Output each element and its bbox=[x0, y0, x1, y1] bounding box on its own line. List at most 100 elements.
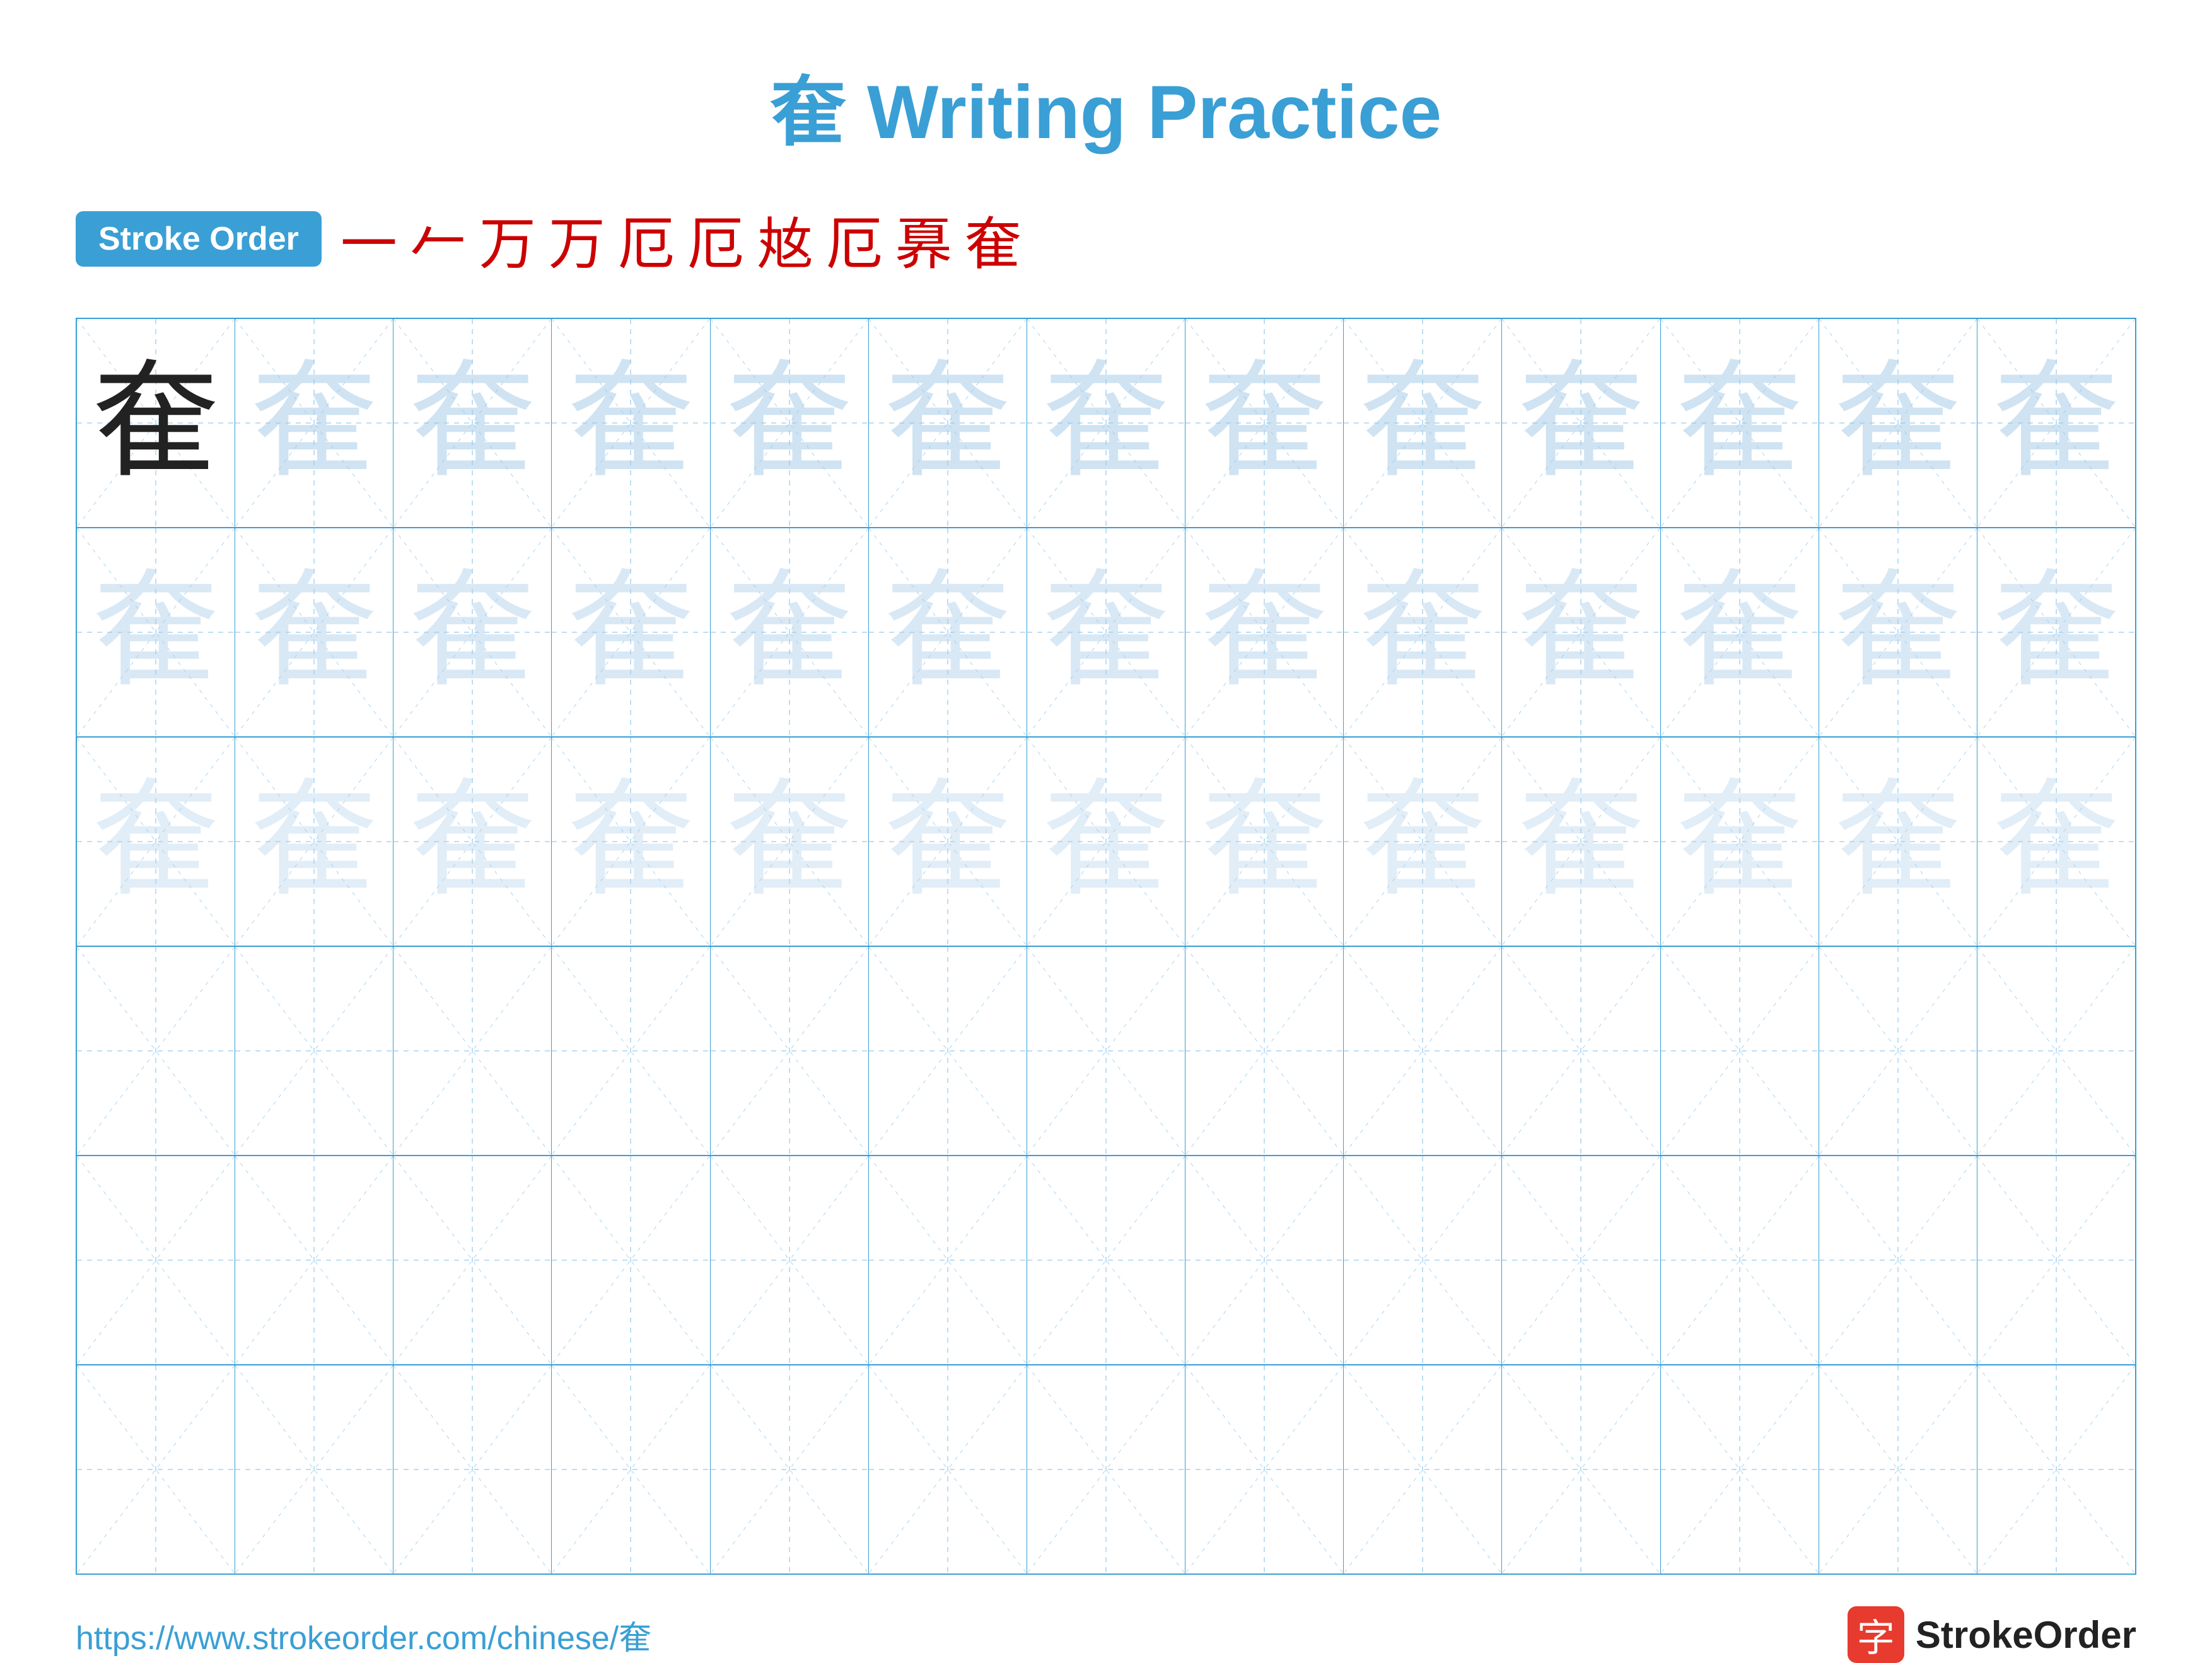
cell-char: 奞 bbox=[1677, 360, 1803, 486]
grid-cell-4-1[interactable] bbox=[235, 1156, 393, 1364]
stroke-step-3: 万 bbox=[549, 198, 605, 280]
grid-cell-4-0[interactable] bbox=[77, 1156, 235, 1364]
grid-cell-2-5[interactable]: 奞 bbox=[869, 738, 1027, 946]
cell-guide-lines bbox=[1819, 1365, 1977, 1573]
grid-cell-0-10[interactable]: 奞 bbox=[1661, 319, 1819, 527]
grid-cell-3-11[interactable] bbox=[1819, 947, 1977, 1155]
grid-cell-4-5[interactable] bbox=[869, 1156, 1027, 1364]
grid-cell-3-12[interactable] bbox=[1977, 947, 2135, 1155]
grid-cell-2-2[interactable]: 奞 bbox=[393, 738, 552, 946]
grid-cell-1-5[interactable]: 奞 bbox=[869, 528, 1027, 736]
grid-cell-0-5[interactable]: 奞 bbox=[869, 319, 1027, 527]
cell-guide-lines bbox=[1185, 1365, 1343, 1573]
grid-cell-4-4[interactable] bbox=[711, 1156, 869, 1364]
grid-cell-3-8[interactable] bbox=[1344, 947, 1502, 1155]
grid-cell-2-11[interactable]: 奞 bbox=[1819, 738, 1977, 946]
grid-cell-3-7[interactable] bbox=[1185, 947, 1344, 1155]
grid-cell-4-2[interactable] bbox=[393, 1156, 552, 1364]
grid-cell-0-7[interactable]: 奞 bbox=[1185, 319, 1344, 527]
grid-cell-2-10[interactable]: 奞 bbox=[1661, 738, 1819, 946]
grid-cell-5-10[interactable] bbox=[1661, 1365, 1819, 1573]
grid-cell-3-4[interactable] bbox=[711, 947, 869, 1155]
grid-cell-5-0[interactable] bbox=[77, 1365, 235, 1573]
grid-cell-4-7[interactable] bbox=[1185, 1156, 1344, 1364]
cell-guide-lines bbox=[1344, 1365, 1501, 1573]
grid-cell-0-0[interactable]: 奞 bbox=[77, 319, 235, 527]
grid-cell-3-10[interactable] bbox=[1661, 947, 1819, 1155]
grid-cell-2-12[interactable]: 奞 bbox=[1977, 738, 2135, 946]
grid-cell-2-7[interactable]: 奞 bbox=[1185, 738, 1344, 946]
grid-cell-3-2[interactable] bbox=[393, 947, 552, 1155]
grid-cell-1-1[interactable]: 奞 bbox=[235, 528, 393, 736]
grid-cell-2-6[interactable]: 奞 bbox=[1027, 738, 1185, 946]
cell-char: 奞 bbox=[1835, 360, 1961, 486]
footer-url[interactable]: https://www.strokeorder.com/chinese/奞 bbox=[76, 1611, 651, 1659]
grid-cell-0-11[interactable]: 奞 bbox=[1819, 319, 1977, 527]
cell-guide-lines bbox=[711, 947, 868, 1155]
cell-guide-lines bbox=[869, 1365, 1027, 1573]
grid-cell-2-3[interactable]: 奞 bbox=[552, 738, 710, 946]
grid-cell-1-6[interactable]: 奞 bbox=[1027, 528, 1185, 736]
grid-cell-2-9[interactable]: 奞 bbox=[1502, 738, 1660, 946]
grid-cell-5-3[interactable] bbox=[552, 1365, 710, 1573]
cell-char: 奞 bbox=[1201, 569, 1327, 695]
grid-cell-5-2[interactable] bbox=[393, 1365, 552, 1573]
grid-cell-3-0[interactable] bbox=[77, 947, 235, 1155]
grid-cell-4-9[interactable] bbox=[1502, 1156, 1660, 1364]
cell-char: 奞 bbox=[251, 360, 377, 486]
cell-guide-lines bbox=[1977, 947, 2135, 1155]
stroke-sequence: 一𠂉万万厄厄奿厄奡奞 bbox=[341, 198, 2136, 280]
grid-cell-5-11[interactable] bbox=[1819, 1365, 1977, 1573]
grid-cell-5-12[interactable] bbox=[1977, 1365, 2135, 1573]
grid-cell-1-0[interactable]: 奞 bbox=[77, 528, 235, 736]
grid-cell-0-2[interactable]: 奞 bbox=[393, 319, 552, 527]
cell-guide-lines bbox=[1027, 947, 1185, 1155]
grid-cell-0-1[interactable]: 奞 bbox=[235, 319, 393, 527]
grid-cell-2-4[interactable]: 奞 bbox=[711, 738, 869, 946]
grid-cell-5-1[interactable] bbox=[235, 1365, 393, 1573]
grid-cell-1-12[interactable]: 奞 bbox=[1977, 528, 2135, 736]
cell-char-wrapper: 奞 bbox=[552, 528, 709, 736]
grid-cell-5-6[interactable] bbox=[1027, 1365, 1185, 1573]
grid-cell-5-7[interactable] bbox=[1185, 1365, 1344, 1573]
grid-cell-1-8[interactable]: 奞 bbox=[1344, 528, 1502, 736]
grid-cell-0-8[interactable]: 奞 bbox=[1344, 319, 1502, 527]
grid-cell-1-7[interactable]: 奞 bbox=[1185, 528, 1344, 736]
grid-cell-4-10[interactable] bbox=[1661, 1156, 1819, 1364]
grid-cell-3-5[interactable] bbox=[869, 947, 1027, 1155]
grid-cell-3-1[interactable] bbox=[235, 947, 393, 1155]
grid-cell-0-6[interactable]: 奞 bbox=[1027, 319, 1185, 527]
grid-cell-4-6[interactable] bbox=[1027, 1156, 1185, 1364]
grid-cell-2-8[interactable]: 奞 bbox=[1344, 738, 1502, 946]
grid-cell-5-8[interactable] bbox=[1344, 1365, 1502, 1573]
grid-cell-3-6[interactable] bbox=[1027, 947, 1185, 1155]
grid-cell-2-1[interactable]: 奞 bbox=[235, 738, 393, 946]
cell-char: 奞 bbox=[1201, 779, 1327, 905]
grid-cell-4-11[interactable] bbox=[1819, 1156, 1977, 1364]
cell-char-wrapper: 奞 bbox=[869, 319, 1027, 527]
grid-cell-0-9[interactable]: 奞 bbox=[1502, 319, 1660, 527]
grid-cell-1-4[interactable]: 奞 bbox=[711, 528, 869, 736]
grid-cell-5-4[interactable] bbox=[711, 1365, 869, 1573]
cell-char-wrapper: 奞 bbox=[869, 738, 1027, 946]
grid-cell-1-11[interactable]: 奞 bbox=[1819, 528, 1977, 736]
grid-cell-5-9[interactable] bbox=[1502, 1365, 1660, 1573]
cell-char: 奞 bbox=[93, 360, 219, 486]
grid-cell-2-0[interactable]: 奞 bbox=[77, 738, 235, 946]
grid-cell-1-2[interactable]: 奞 bbox=[393, 528, 552, 736]
grid-cell-1-9[interactable]: 奞 bbox=[1502, 528, 1660, 736]
cell-char: 奞 bbox=[1993, 569, 2119, 695]
title-char: 奞 bbox=[771, 70, 846, 154]
grid-cell-3-9[interactable] bbox=[1502, 947, 1660, 1155]
cell-guide-lines bbox=[552, 1365, 709, 1573]
grid-cell-4-8[interactable] bbox=[1344, 1156, 1502, 1364]
grid-cell-4-3[interactable] bbox=[552, 1156, 710, 1364]
grid-cell-4-12[interactable] bbox=[1977, 1156, 2135, 1364]
grid-cell-1-3[interactable]: 奞 bbox=[552, 528, 710, 736]
grid-cell-5-5[interactable] bbox=[869, 1365, 1027, 1573]
grid-cell-0-3[interactable]: 奞 bbox=[552, 319, 710, 527]
grid-cell-3-3[interactable] bbox=[552, 947, 710, 1155]
grid-cell-0-4[interactable]: 奞 bbox=[711, 319, 869, 527]
grid-cell-1-10[interactable]: 奞 bbox=[1661, 528, 1819, 736]
grid-cell-0-12[interactable]: 奞 bbox=[1977, 319, 2135, 527]
